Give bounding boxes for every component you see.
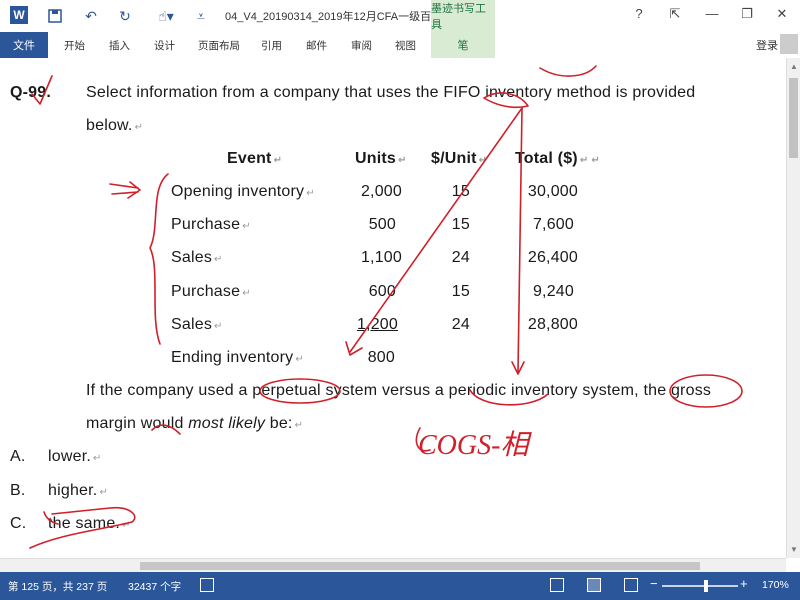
document-page[interactable]: Q-99. Select information from a company … [0,58,786,558]
vertical-scroll-thumb[interactable] [789,78,798,158]
tab-design[interactable]: 设计 [154,32,175,58]
table-row-units: 800 [367,349,395,366]
help-button[interactable]: ? [629,6,649,21]
table-row-units: 600 [368,283,396,300]
vertical-scrollbar[interactable]: ▲ ▼ [786,58,800,558]
horizontal-scroll-thumb[interactable] [140,562,700,570]
option-text-c: the same. ↵ [48,515,131,532]
table-header-total: Total ($) ↵ ↵ [515,150,600,167]
table-header-price: $/Unit ↵ [431,150,488,167]
horizontal-scrollbar[interactable] [0,558,786,573]
title-bar: W ↶ ↻ ☝▾ ⩡ 04_V4_20190314_2019年12月CFA一级百… [0,0,800,32]
table-row-total: 30,000 [527,183,578,200]
save-icon[interactable] [44,6,66,26]
option-text-b: higher. ↵ [48,482,109,499]
question-prompt-line2: margin would most likely be: ↵ [86,415,304,432]
table-row-event: Purchase ↵ [171,283,251,300]
zoom-out-button[interactable]: − [650,576,658,591]
ink-double-arrow [109,181,141,199]
ink-brace [149,173,169,345]
tab-insert[interactable]: 插入 [109,32,130,58]
table-row-units: 1,100 [360,249,402,266]
table-row-total: 9,240 [532,283,574,300]
customize-quick-access-icon[interactable]: ⩡ [190,6,212,26]
table-row-price: 15 [451,216,470,233]
question-prompt-line1: If the company used a perpetual system v… [86,382,712,399]
tab-view[interactable]: 视图 [395,32,416,58]
table-header-units: Units ↵ [355,150,407,167]
table-row-event: Purchase ↵ [171,216,251,233]
status-bar: 第 125 页，共 237 页 32437 个字 − + 170% [0,572,800,600]
table-row-event: Sales ↵ [171,316,223,333]
restore-button[interactable]: ❐ [737,6,757,22]
proofing-icon[interactable] [200,578,214,592]
table-row-units: 1,200 [356,316,398,333]
tab-references[interactable]: 引用 [261,32,282,58]
option-letter-c: C. [10,515,27,532]
tab-review[interactable]: 审阅 [351,32,372,58]
scroll-up-icon[interactable]: ▲ [790,62,798,71]
print-layout-icon[interactable] [587,578,601,592]
ink-handwriting: COGS-相 [418,430,532,461]
table-row-price: 24 [451,316,470,333]
ribbon-tabs: 文件 开始 插入 设计 页面布局 引用 邮件 审阅 视图 笔 登录 [0,32,800,59]
zoom-in-button[interactable]: + [740,576,748,591]
avatar[interactable] [780,34,798,54]
page-count[interactable]: 第 125 页，共 237 页 [8,579,107,594]
zoom-level[interactable]: 170% [762,579,789,591]
word-app-icon: W [10,6,28,24]
zoom-slider-thumb[interactable] [704,580,708,592]
read-mode-icon[interactable] [550,578,564,592]
table-row-price: 15 [451,183,470,200]
option-text-a: lower. ↵ [48,448,102,465]
option-letter-b: B. [10,482,26,499]
question-stem-line1: Select information from a company that u… [86,84,696,101]
ink-tools-context-title: 墨迹书写工具 [431,0,495,32]
tab-pen[interactable]: 笔 [431,32,495,58]
table-row-total: 26,400 [527,249,578,266]
table-row-units: 500 [368,216,396,233]
ink-loop [539,65,597,77]
question-number: Q-99. [10,84,52,101]
table-row-event: Sales ↵ [171,249,223,266]
table-row-price: 24 [451,249,470,266]
close-button[interactable]: ✕ [772,6,792,22]
minimize-button[interactable]: — [702,6,722,21]
table-row-price: 15 [451,283,470,300]
table-row-units: 2,000 [360,183,402,200]
tab-home[interactable]: 开始 [64,32,85,58]
table-row-total: 28,800 [527,316,578,333]
touch-mode-icon[interactable]: ☝▾ [152,6,180,26]
ribbon-display-options-icon[interactable]: ⇱ [665,6,685,22]
document-title: 04_V4_20190314_2019年12月CFA一级百题... [225,11,452,23]
zoom-slider[interactable] [662,585,738,587]
question-stem-line2: below. ↵ [86,117,144,134]
undo-icon[interactable]: ↶ [80,6,102,26]
tab-file[interactable]: 文件 [0,32,48,58]
scroll-down-icon[interactable]: ▼ [790,545,798,554]
tab-mailings[interactable]: 邮件 [306,32,327,58]
sign-in-link[interactable]: 登录 [756,37,778,53]
web-layout-icon[interactable] [624,578,638,592]
word-count[interactable]: 32437 个字 [128,579,181,594]
table-row-event: Ending inventory ↵ [171,349,304,366]
redo-icon[interactable]: ↻ [114,6,136,26]
table-row-total: 7,600 [532,216,574,233]
option-letter-a: A. [10,448,26,465]
table-header-event: Event ↵ [227,150,283,167]
table-row-event: Opening inventory ↵ [171,183,315,200]
tab-layout[interactable]: 页面布局 [198,32,240,58]
